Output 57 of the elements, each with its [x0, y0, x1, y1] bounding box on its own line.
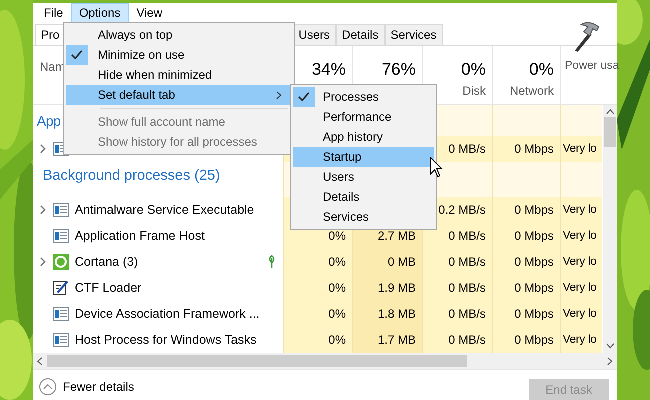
group-heading: Background processes (25) — [42, 168, 220, 186]
menu-item[interactable]: Startup — [293, 147, 434, 167]
process-name: Antimalware Service Executable — [75, 203, 254, 217]
table-cell: Very lo — [560, 223, 602, 249]
table-cell: 0 MB/s — [422, 327, 492, 353]
menu-item[interactable]: Performance — [293, 107, 434, 127]
menu-item[interactable]: Users — [293, 167, 434, 187]
memory-percent: 76% — [382, 60, 416, 80]
table-cell: 0 MB/s — [422, 249, 492, 275]
table-cell: 0% — [283, 275, 352, 301]
table-cell: Very lo — [560, 197, 602, 223]
table-cell: Very lo — [560, 301, 602, 327]
table-cell: Very lo — [560, 275, 602, 301]
tab[interactable]: Details — [336, 24, 385, 45]
network-percent: 0% — [529, 60, 554, 80]
table-cell: 1.7 MB — [352, 327, 422, 353]
tab[interactable]: Pro — [35, 24, 66, 45]
table-cell: 0 MB — [352, 249, 422, 275]
table-cell: 0 Mbps — [492, 223, 560, 249]
process-name: Device Association Framework ... — [75, 307, 260, 321]
table-cell: Very lo — [560, 327, 602, 353]
column-header: Network — [510, 84, 554, 98]
menu-item[interactable]: Always on top — [66, 25, 292, 45]
process-name: Host Process for Windows Tasks — [75, 333, 257, 347]
table-cell: 0 Mbps — [492, 301, 560, 327]
table-cell: 1.9 MB — [352, 275, 422, 301]
process-name: Cortana (3) — [75, 255, 138, 269]
group-heading: App — [37, 112, 61, 128]
menu-item[interactable]: Processes — [293, 87, 434, 107]
menu-item[interactable]: Options — [71, 3, 129, 23]
process-name: Application Frame Host — [75, 229, 205, 243]
table-cell: 0 MB/s — [422, 223, 492, 249]
cpu-percent: 34% — [312, 60, 346, 80]
table-cell: 0% — [283, 301, 352, 327]
fewer-details-link[interactable]: Fewer details — [63, 380, 134, 394]
table-cell: 0% — [283, 249, 352, 275]
process-name: CTF Loader — [75, 281, 142, 295]
table-cell: 0 Mbps — [492, 327, 560, 353]
table-cell: 0 MB/s — [422, 301, 492, 327]
table-cell: 0 Mbps — [492, 249, 560, 275]
table-cell: 0 MB/s — [422, 275, 492, 301]
table-cell: 0% — [283, 327, 352, 353]
table-cell: 1.8 MB — [352, 301, 422, 327]
disk-percent: 0% — [461, 60, 486, 80]
menu-item[interactable]: File — [36, 3, 72, 23]
menu-item[interactable]: View — [128, 3, 170, 23]
table-cell: 0 Mbps — [492, 197, 560, 223]
table-cell: Very lo — [560, 249, 602, 275]
menu-item[interactable]: Minimize on use — [66, 45, 292, 65]
menu-item[interactable]: Set default tab — [66, 85, 292, 105]
tab[interactable]: Users — [292, 24, 336, 45]
tab[interactable]: Services — [384, 24, 443, 45]
menu-item[interactable]: Hide when minimized — [66, 65, 292, 85]
column-header: Disk — [462, 84, 486, 98]
table-cell: Very lo — [560, 136, 602, 162]
table-cell: 0 Mbps — [492, 275, 560, 301]
table-cell: 0 Mbps — [492, 136, 560, 162]
